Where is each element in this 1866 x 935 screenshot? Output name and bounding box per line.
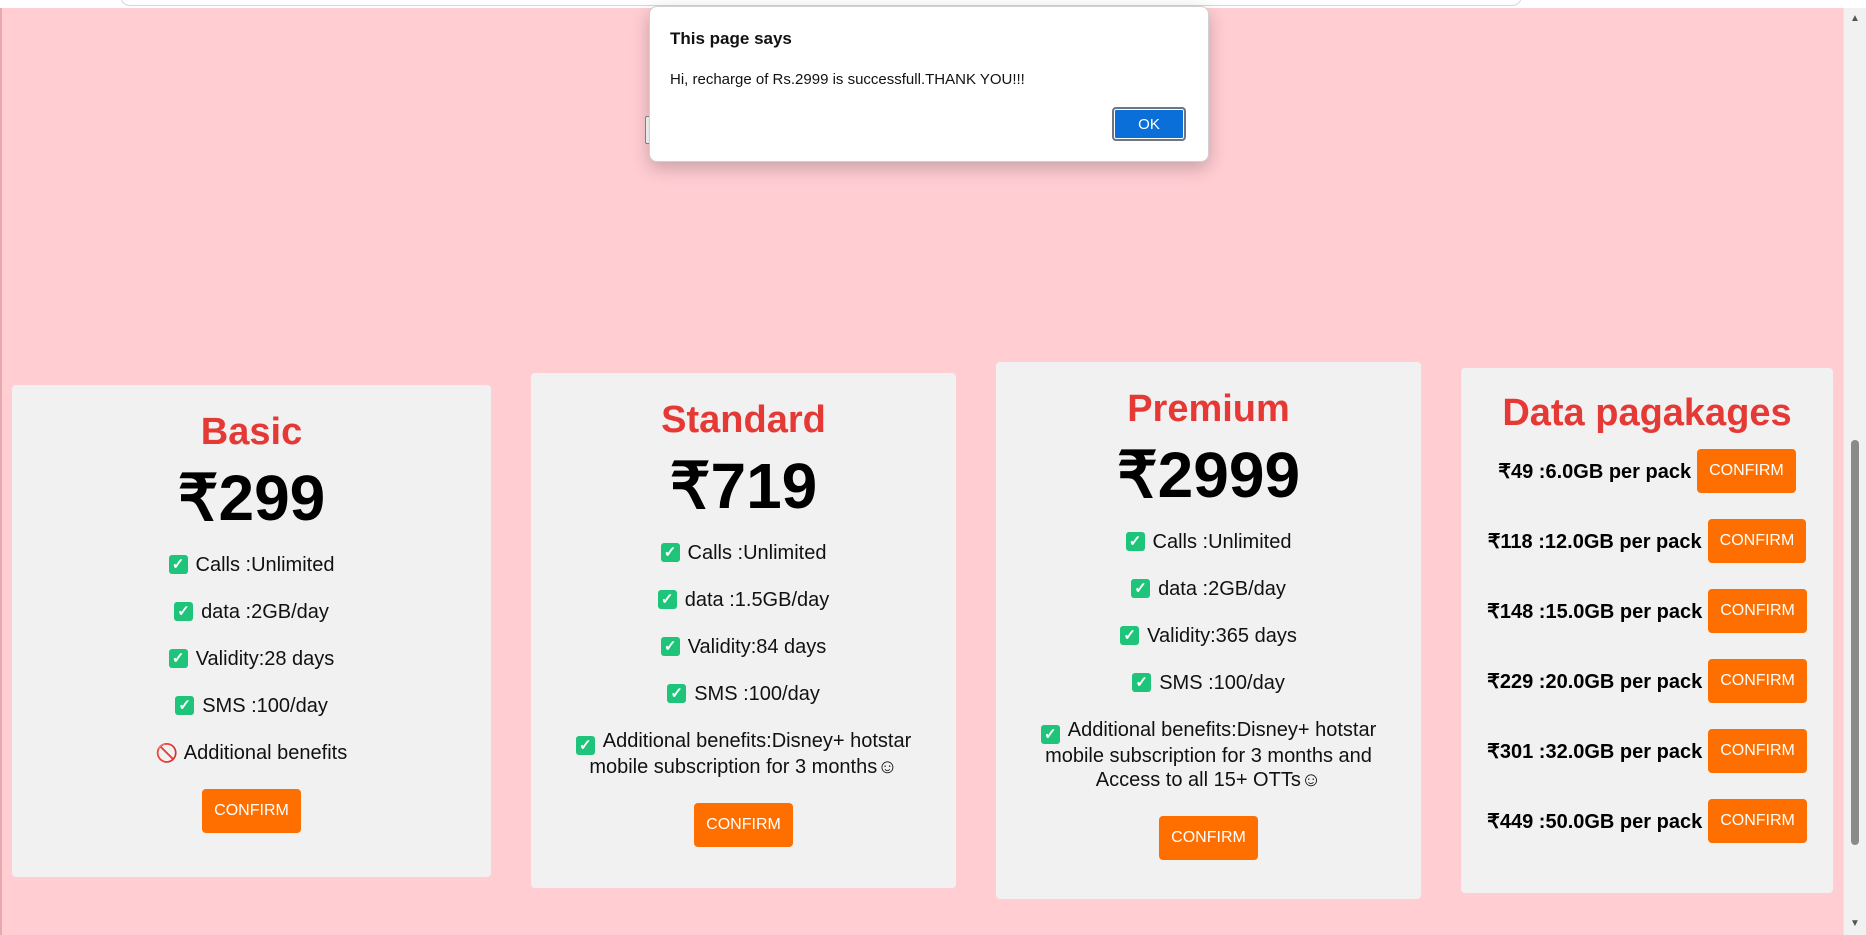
feature-text: Validity:84 days (687, 636, 827, 658)
check-icon: ✓ (1125, 532, 1145, 551)
feature-text: Validity:365 days (1147, 625, 1297, 647)
check-icon: ✓ (1040, 725, 1060, 744)
plan-card-premium: Premium ₹2999 ✓ Calls :Unlimited ✓ data :2… (996, 362, 1421, 899)
vertical-scrollbar[interactable]: ▲ ▼ (1843, 8, 1866, 935)
feature-item: ✓ SMS :100/day (531, 682, 956, 706)
feature-item: ✓ SMS :100/day (12, 694, 491, 718)
feature-text: Calls :Unlimited (687, 542, 827, 564)
dialog-title: This page says (670, 29, 792, 48)
plan-price: ₹719 (669, 450, 818, 522)
confirm-button-premium[interactable]: CONFIRM (1159, 816, 1258, 860)
check-icon: ✓ (174, 602, 194, 621)
feature-text: Validity:28 days (195, 648, 335, 670)
scrollbar-thumb[interactable] (1851, 440, 1859, 845)
data-package-label: ₹118 :12.0GB per pack (1487, 530, 1702, 553)
plan-card-basic: Basic ₹299 ✓ Calls :Unlimited ✓ data :2GB/… (12, 385, 491, 877)
feature-text: Calls :Unlimited (195, 554, 335, 576)
feature-item: ✓ Validity:365 days (996, 624, 1421, 648)
data-package-label: ₹148 :15.0GB per pack (1487, 600, 1703, 623)
scroll-down-icon[interactable]: ▼ (1848, 917, 1862, 931)
data-package-row: ₹118 :12.0GB per pack CONFIRM (1461, 519, 1833, 563)
feature-item: ✓ Validity:84 days (531, 635, 956, 659)
check-icon: ✓ (168, 555, 188, 574)
feature-text: SMS :100/day (202, 695, 328, 717)
data-package-label: ₹301 :32.0GB per pack (1487, 740, 1703, 763)
feature-item: ✓ data :1.5GB/day (531, 588, 956, 612)
check-icon: ✓ (660, 637, 680, 656)
feature-text: data :2GB/day (201, 601, 329, 623)
feature-item: ✓ Additional benefits:Disney+ hotstar mob… (996, 718, 1421, 792)
data-packages-card: Data pagakages ₹49 :6.0GB per pack CONFIR… (1461, 368, 1833, 893)
feature-item: ✓ Calls :Unlimited (996, 530, 1421, 554)
feature-item: ✓ Additional benefits:Disney+ hotstar mob… (531, 729, 956, 779)
check-icon: ✓ (657, 590, 677, 609)
confirm-button-data-pack[interactable]: CONFIRM (1697, 449, 1796, 493)
alert-dialog: This page says Hi, recharge of Rs.2999 i… (649, 6, 1209, 162)
scroll-up-icon[interactable]: ▲ (1848, 12, 1862, 26)
feature-text: data :1.5GB/day (684, 589, 830, 611)
feature-text: Additional benefits:Disney+ hotstar mobi… (589, 730, 912, 778)
feature-item: ✓ Validity:28 days (12, 647, 491, 671)
feature-text: Additional benefits:Disney+ hotstar mobi… (1045, 719, 1377, 791)
check-icon: ✓ (1132, 673, 1152, 692)
plan-price: ₹2999 (1116, 439, 1301, 511)
prohibited-icon: 🚫 (155, 743, 179, 763)
confirm-button-data-pack[interactable]: CONFIRM (1707, 519, 1807, 563)
confirm-button-basic[interactable]: CONFIRM (202, 789, 301, 833)
data-package-row: ₹229 :20.0GB per pack CONFIRM (1461, 659, 1833, 703)
check-icon: ✓ (575, 736, 595, 755)
dialog-ok-button[interactable]: OK (1112, 107, 1186, 141)
confirm-button-data-pack[interactable]: CONFIRM (1708, 799, 1807, 843)
dialog-message: Hi, recharge of Rs.2999 is successfull.T… (670, 71, 1025, 88)
feature-item: ✓ data :2GB/day (12, 600, 491, 624)
plan-title: Basic (200, 411, 303, 453)
data-package-row: ₹49 :6.0GB per pack CONFIRM (1461, 449, 1833, 493)
check-icon: ✓ (175, 696, 195, 715)
feature-text: SMS :100/day (694, 683, 820, 705)
feature-item: ✓ SMS :100/day (996, 671, 1421, 695)
plan-title: Standard (661, 399, 826, 441)
confirm-button-data-pack[interactable]: CONFIRM (1708, 589, 1807, 633)
data-package-row: ₹449 :50.0GB per pack CONFIRM (1461, 799, 1833, 843)
check-icon: ✓ (1131, 579, 1151, 598)
check-icon: ✓ (168, 649, 188, 668)
plan-title: Premium (1127, 388, 1290, 430)
feature-text: SMS :100/day (1159, 672, 1285, 694)
confirm-button-data-pack[interactable]: CONFIRM (1708, 729, 1807, 773)
confirm-button-data-pack[interactable]: CONFIRM (1708, 659, 1807, 703)
data-package-row: ₹301 :32.0GB per pack CONFIRM (1461, 729, 1833, 773)
feature-item: ✓ data :2GB/day (996, 577, 1421, 601)
feature-text: data :2GB/day (1158, 578, 1286, 600)
data-package-row: ₹148 :15.0GB per pack CONFIRM (1461, 589, 1833, 633)
data-package-label: ₹49 :6.0GB per pack (1498, 460, 1692, 483)
plan-card-standard: Standard ₹719 ✓ Calls :Unlimited ✓ data :1… (531, 373, 956, 888)
plan-price: ₹299 (177, 462, 326, 534)
feature-text: Calls :Unlimited (1152, 531, 1292, 553)
feature-text: Additional benefits (183, 742, 348, 764)
feature-item: ✓ Calls :Unlimited (531, 541, 956, 565)
feature-item: ✓ Calls :Unlimited (12, 553, 491, 577)
check-icon: ✓ (667, 684, 687, 703)
data-packages-title: Data pagakages (1502, 392, 1792, 434)
check-icon: ✓ (660, 543, 680, 562)
check-icon: ✓ (1120, 626, 1140, 645)
feature-item: 🚫 Additional benefits (12, 741, 491, 765)
data-package-label: ₹449 :50.0GB per pack (1487, 810, 1703, 833)
data-package-label: ₹229 :20.0GB per pack (1487, 670, 1703, 693)
confirm-button-standard[interactable]: CONFIRM (694, 803, 793, 847)
